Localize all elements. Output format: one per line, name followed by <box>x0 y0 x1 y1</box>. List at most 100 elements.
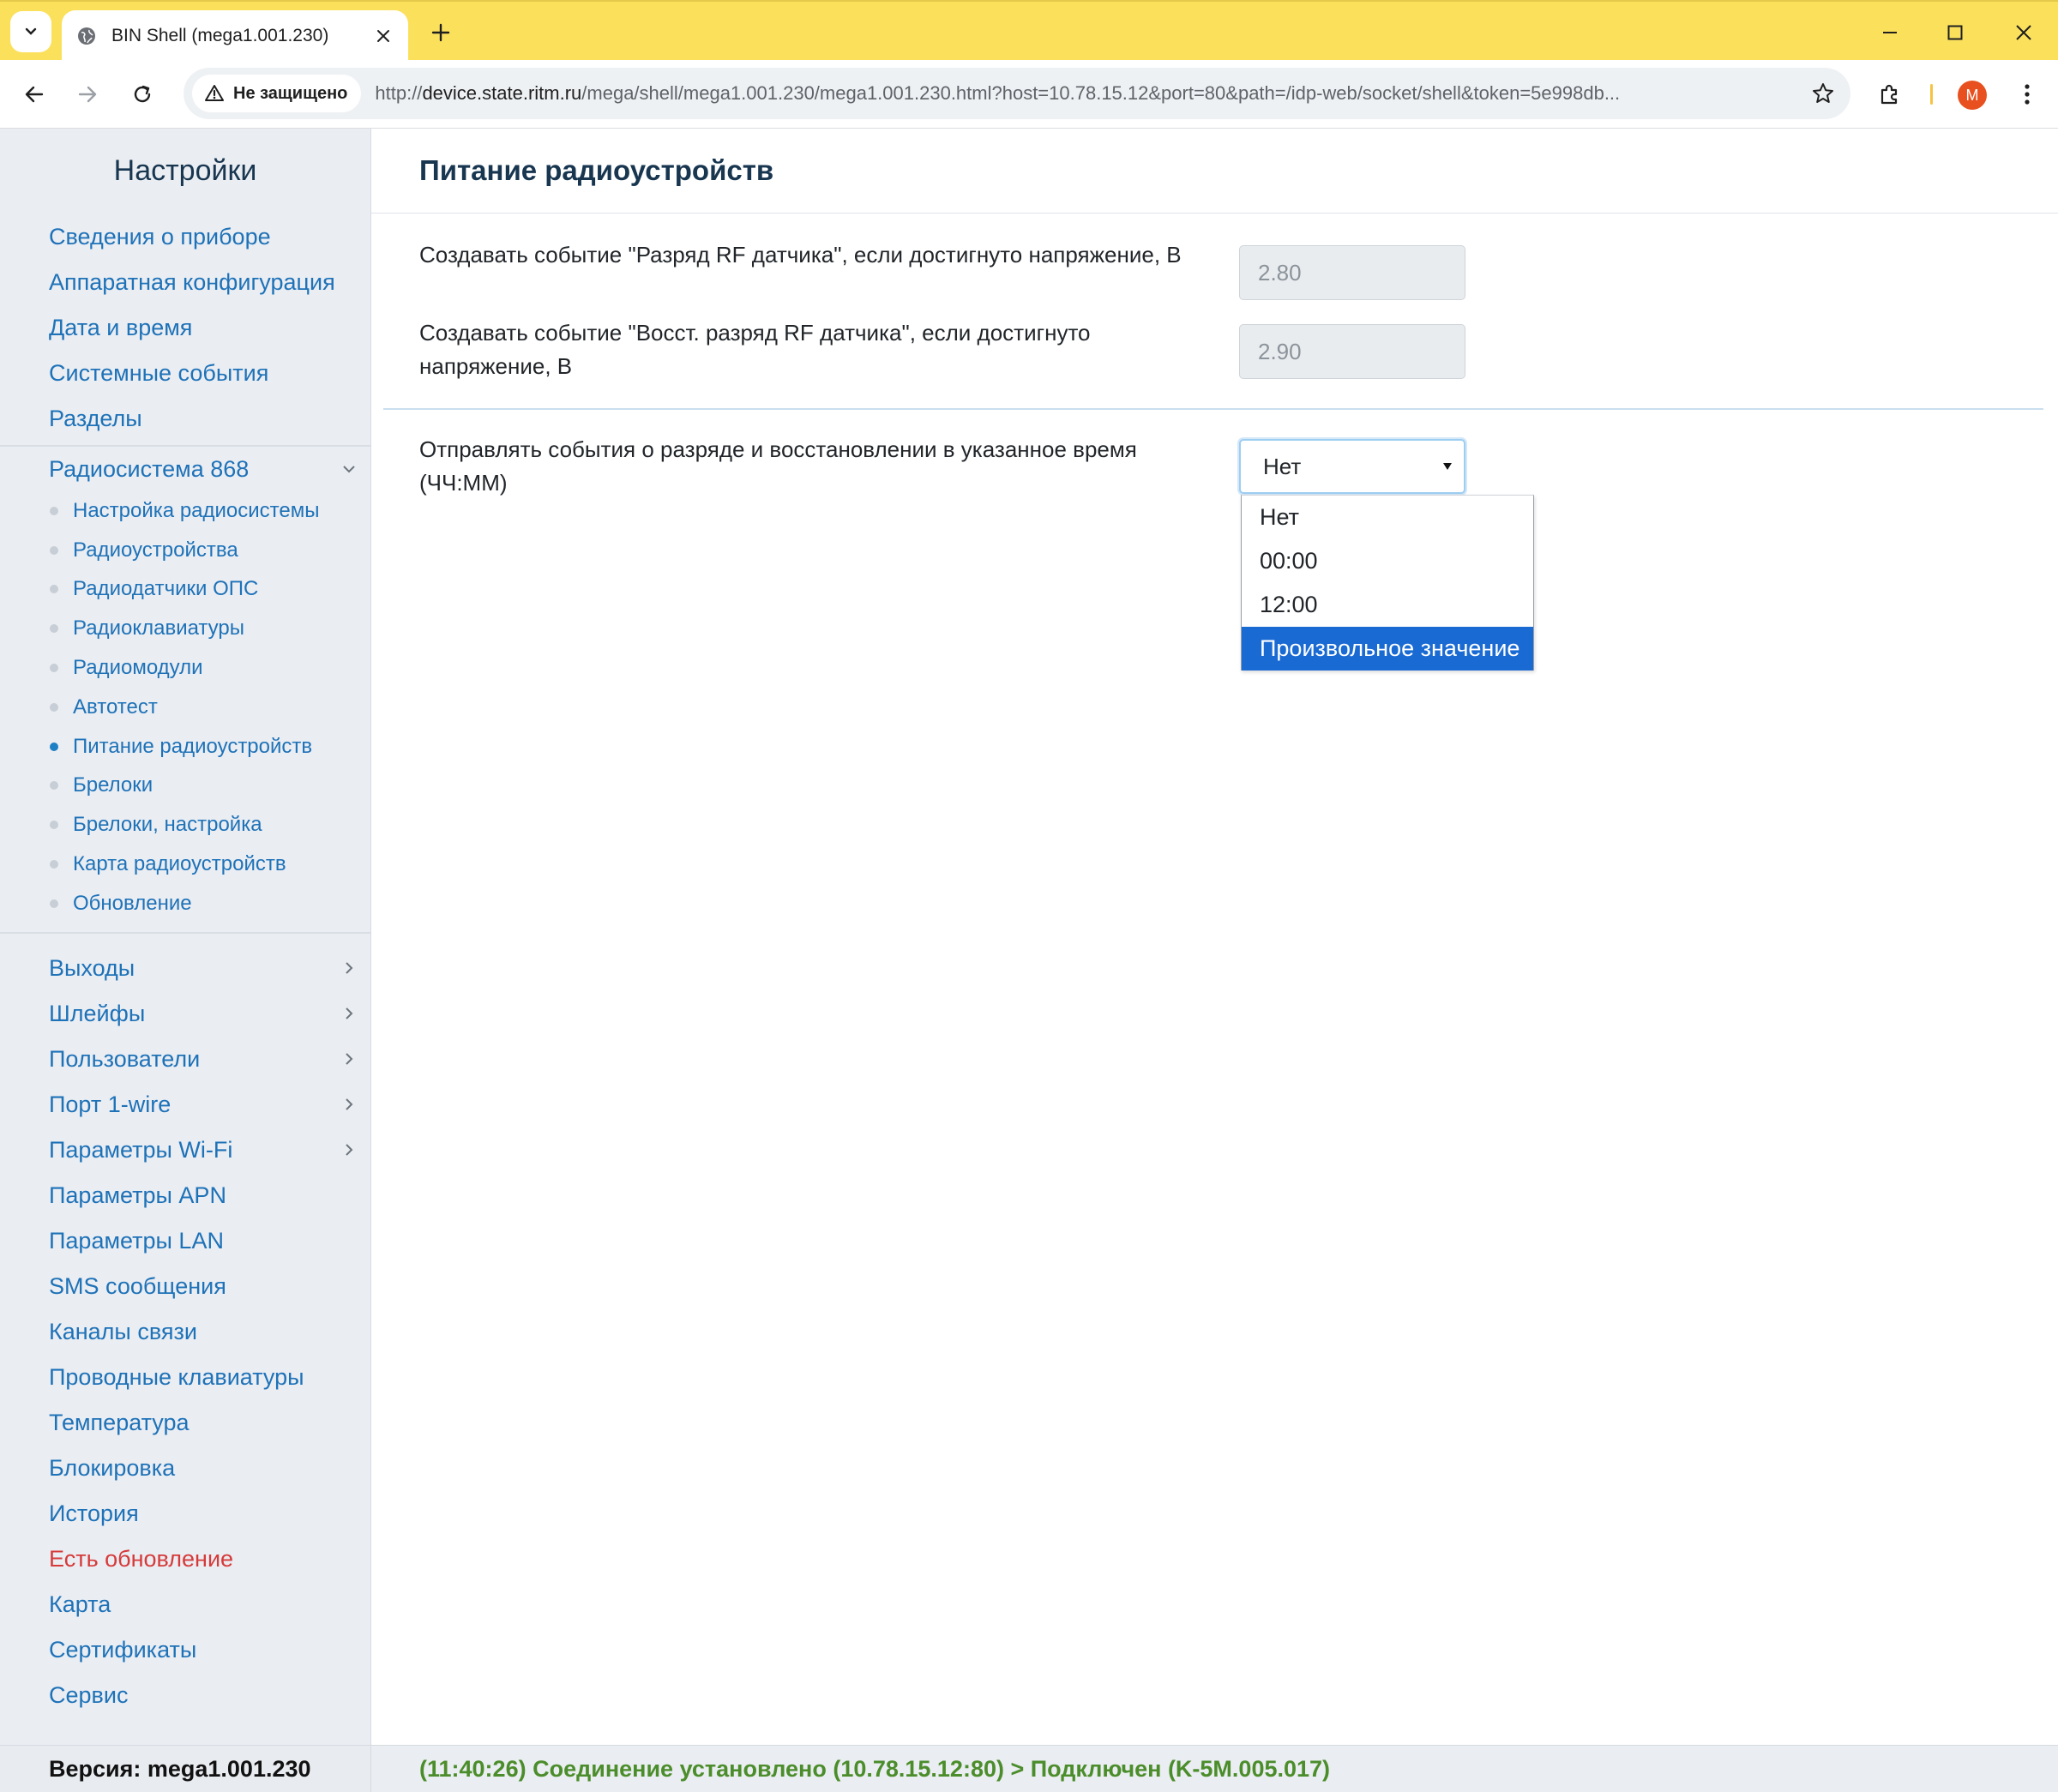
globe-icon <box>78 27 95 45</box>
sidebar-item-top_items-2[interactable]: Дата и время <box>0 305 370 351</box>
back-arrow-icon[interactable] <box>15 75 53 113</box>
sidebar-item-top_items-0[interactable]: Сведения о приборе <box>0 214 370 260</box>
sidebar-subitem-4[interactable]: Радиомодули <box>0 648 370 688</box>
caret-down-icon <box>1441 460 1453 472</box>
sidebar-subitem-9[interactable]: Карта радиоустройств <box>0 845 370 884</box>
sidebar-subitem-label: Брелоки <box>73 773 153 797</box>
active-bullet-icon <box>50 742 58 751</box>
dropdown-option-2[interactable]: 12:00 <box>1242 583 1533 627</box>
sidebar-item-label: Шлейфы <box>49 1000 146 1026</box>
address-bar[interactable]: Не защищено http://device.state.ritm.ru/… <box>184 68 1850 119</box>
security-chip[interactable]: Не защищено <box>192 75 362 112</box>
sidebar-item-bottom_items-16[interactable]: Сервис <box>0 1673 370 1718</box>
sidebar-subitem-2[interactable]: Радиодатчики ОПС <box>0 570 370 610</box>
sidebar-item-label: Пользователи <box>49 1045 201 1072</box>
sidebar-item-label: Дата и время <box>49 315 193 340</box>
more-menu-icon[interactable] <box>2008 75 2046 113</box>
sidebar-item-label: SMS сообщения <box>49 1272 226 1299</box>
forward-arrow-icon[interactable] <box>69 75 106 113</box>
sidebar-item-label: Параметры LAN <box>49 1227 224 1254</box>
chevron-down-icon <box>340 460 358 478</box>
maximize-icon[interactable] <box>1936 14 1974 51</box>
dropdown-option-0[interactable]: Нет <box>1242 496 1533 539</box>
page-title: Питание радиоустройств <box>371 129 2058 213</box>
chevron-right-icon <box>340 1095 358 1114</box>
tab-title: BIN Shell (mega1.001.230) <box>111 26 329 45</box>
minimize-icon[interactable] <box>1871 14 1909 51</box>
sidebar-item-radio-system[interactable]: Радиосистема 868 <box>0 445 370 491</box>
extensions-puzzle-icon[interactable] <box>1871 75 1909 113</box>
sidebar-subitem-0[interactable]: Настройка радиосистемы <box>0 491 370 531</box>
sidebar-item-bottom_items-8[interactable]: Каналы связи <box>0 1309 370 1355</box>
tab-close-icon[interactable] <box>372 25 394 47</box>
sidebar-item-label: Параметры Wi-Fi <box>49 1136 233 1163</box>
sidebar-title: Настройки <box>113 154 257 187</box>
low-voltage-input[interactable]: 2.80 <box>1239 245 1465 300</box>
sidebar-item-bottom_items-4[interactable]: Параметры Wi-Fi <box>0 1128 370 1173</box>
browser-tab-active[interactable]: BIN Shell (mega1.001.230) <box>62 10 408 62</box>
bullet-icon <box>50 899 58 908</box>
sidebar-item-label: Блокировка <box>49 1454 176 1481</box>
sidebar-item-bottom_items-1[interactable]: Шлейфы <box>0 991 370 1037</box>
bullet-icon <box>50 664 58 673</box>
bullet-icon <box>50 506 58 515</box>
sidebar-item-bottom_items-12[interactable]: История <box>0 1491 370 1536</box>
bullet-icon <box>50 781 58 791</box>
sidebar-item-bottom_items-5[interactable]: Параметры APN <box>0 1173 370 1218</box>
sidebar-item-bottom_items-10[interactable]: Температура <box>0 1400 370 1446</box>
new-tab-plus-icon[interactable] <box>424 15 458 50</box>
sidebar-subitem-3[interactable]: Радиоклавиатуры <box>0 609 370 648</box>
sidebar-subitem-1[interactable]: Радиоустройства <box>0 531 370 570</box>
profile-avatar[interactable]: M <box>1958 81 1987 110</box>
url-path: /mega/shell/mega1.001.230/mega1.001.230.… <box>581 82 1621 104</box>
toolbar-separator <box>1930 84 1933 105</box>
tab-search-button[interactable] <box>10 11 51 52</box>
sidebar-item-bottom_items-15[interactable]: Сертификаты <box>0 1627 370 1673</box>
window-close-icon[interactable] <box>2005 14 2043 51</box>
dropdown-option-3[interactable]: Произвольное значение <box>1242 627 1533 670</box>
sidebar-item-label: Аппаратная конфигурация <box>49 269 335 295</box>
sidebar-subitem-7[interactable]: Брелоки <box>0 767 370 806</box>
bullet-icon <box>50 545 58 555</box>
sidebar-subitem-6[interactable]: Питание радиоустройств <box>0 727 370 767</box>
sidebar-subitem-10[interactable]: Обновление <box>0 884 370 923</box>
chevron-down-icon <box>25 27 37 35</box>
low-voltage-label: Создавать событие "Разряд RF датчика", е… <box>419 242 1182 268</box>
bullet-icon <box>50 702 58 712</box>
sidebar-item-bottom_items-14[interactable]: Карта <box>0 1582 370 1627</box>
sidebar-item-bottom_items-2[interactable]: Пользователи <box>0 1037 370 1082</box>
settings-sidebar: Настройки Сведения о приборе Аппаратная к… <box>0 129 371 1745</box>
sidebar-subitem-8[interactable]: Брелоки, настройка <box>0 805 370 845</box>
radio-system-submenu: Настройка радиосистемы Радиоустройства Рад… <box>0 491 370 934</box>
reload-icon[interactable] <box>123 75 161 113</box>
sidebar-item-bottom_items-13[interactable]: Есть обновление <box>0 1536 370 1582</box>
browser-titlebar: BIN Shell (mega1.001.230) <box>0 0 2058 62</box>
sidebar-item-label: Параметры APN <box>49 1182 226 1208</box>
chevron-right-icon <box>340 1140 358 1159</box>
sidebar-item-bottom_items-3[interactable]: Порт 1-wire <box>0 1082 370 1128</box>
sidebar-item-bottom_items-7[interactable]: SMS сообщения <box>0 1264 370 1309</box>
bullet-icon <box>50 585 58 594</box>
url-scheme: http:// <box>375 82 423 104</box>
sidebar-item-top_items-3[interactable]: Системные события <box>0 351 370 396</box>
sidebar-item-label: Выходы <box>49 954 135 981</box>
sidebar-item-label: История <box>49 1500 139 1526</box>
sidebar-item-bottom_items-6[interactable]: Параметры LAN <box>0 1218 370 1264</box>
bookmark-star-icon[interactable] <box>1804 75 1842 112</box>
sidebar-item-bottom_items-9[interactable]: Проводные клавиатуры <box>0 1355 370 1400</box>
sidebar-subitem-5[interactable]: Автотест <box>0 688 370 727</box>
url-text[interactable]: http://device.state.ritm.ru/mega/shell/m… <box>375 82 1804 105</box>
send-time-select[interactable]: Нет <box>1239 439 1465 494</box>
sidebar-item-label: Разделы <box>49 406 142 431</box>
dropdown-option-1[interactable]: 00:00 <box>1242 539 1533 583</box>
sidebar-item-top_items-4[interactable]: Разделы <box>0 396 370 442</box>
sidebar-item-label: Радиосистема 868 <box>49 455 250 482</box>
sidebar-item-top_items-1[interactable]: Аппаратная конфигурация <box>0 260 370 305</box>
sidebar-subitem-label: Брелоки, настройка <box>73 813 262 837</box>
bullet-icon <box>50 860 58 869</box>
sidebar-subitem-label: Радиомодули <box>73 656 203 680</box>
sidebar-item-bottom_items-11[interactable]: Блокировка <box>0 1446 370 1491</box>
sidebar-item-bottom_items-0[interactable]: Выходы <box>0 946 370 991</box>
sidebar-subitem-label: Радиоустройства <box>73 538 238 562</box>
restore-voltage-input[interactable]: 2.90 <box>1239 324 1465 379</box>
